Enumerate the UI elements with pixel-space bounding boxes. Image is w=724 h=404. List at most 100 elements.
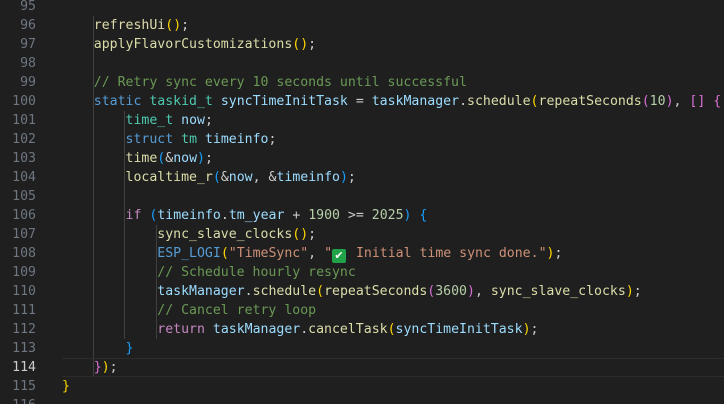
code-token: static xyxy=(93,94,142,109)
line-code: } xyxy=(62,339,134,358)
code-line[interactable]: 116 xyxy=(0,396,724,404)
code-line[interactable]: 102 struct tm timeinfo; xyxy=(0,130,724,149)
code-token: "TimeSync" xyxy=(228,246,309,261)
code-line[interactable]: 110 taskManager.schedule(repeatSeconds(3… xyxy=(0,282,724,301)
line-code: if (timeinfo.tm_year + 1900 >= 2025) { xyxy=(62,206,428,225)
code-token: ; xyxy=(204,151,213,166)
code-token: . xyxy=(244,284,253,299)
code-token: ) xyxy=(173,18,182,33)
code-token: 3600 xyxy=(435,284,467,299)
code-line[interactable]: 112 return taskManager.cancelTask(syncTi… xyxy=(0,320,724,339)
line-number: 113 xyxy=(12,341,36,356)
code-line[interactable]: 100 static taskid_t syncTimeInitTask = t… xyxy=(0,92,724,111)
line-code: sync_slave_clocks(); xyxy=(62,225,316,244)
code-token: taskid_t xyxy=(149,94,213,109)
code-line[interactable]: 99 // Retry sync every 10 seconds until … xyxy=(0,73,724,92)
code-line[interactable]: 115} xyxy=(0,377,724,396)
code-token: cancelTask xyxy=(308,322,388,337)
line-code: // Retry sync every 10 seconds until suc… xyxy=(62,73,467,92)
code-token: taskManager xyxy=(157,284,245,299)
code-token: syncTimeInitTask xyxy=(395,322,523,337)
code-line[interactable]: 101 time_t now; xyxy=(0,111,724,130)
code-line[interactable]: 109 // Schedule hourly resync xyxy=(0,263,724,282)
code-line[interactable]: 105 xyxy=(0,187,724,206)
code-token: // Retry sync every 10 seconds until suc… xyxy=(93,75,467,90)
code-token: . xyxy=(459,94,468,109)
code-token: ( xyxy=(387,322,396,337)
code-token: ; xyxy=(308,227,317,242)
code-token: ; xyxy=(109,360,118,375)
code-token: ) xyxy=(300,37,309,52)
line-number: 110 xyxy=(12,284,36,299)
code-token: now xyxy=(173,151,198,166)
line-number: 100 xyxy=(12,94,36,109)
line-code: // Cancel retry loop xyxy=(62,301,316,320)
line-code: refreshUi(); xyxy=(62,16,189,35)
code-token: ; xyxy=(347,170,356,185)
code-line[interactable]: 97 applyFlavorCustomizations(); xyxy=(0,35,724,54)
code-token: time_t xyxy=(125,113,174,128)
code-token: ) xyxy=(300,227,309,242)
code-token: sync_slave_clocks xyxy=(157,227,293,242)
line-number: 116 xyxy=(0,396,36,404)
line-number: 95 xyxy=(20,0,36,14)
code-token: ESP_LOGI xyxy=(157,246,221,261)
code-token: ( xyxy=(220,246,229,261)
line-code: struct tm timeinfo; xyxy=(62,130,277,149)
code-token: repeatSeconds xyxy=(538,94,642,109)
code-token: . xyxy=(220,208,229,223)
code-line[interactable]: 95 xyxy=(0,0,724,16)
code-token: ; xyxy=(530,322,539,337)
code-token: tm xyxy=(181,132,198,147)
code-token: " xyxy=(324,246,333,261)
code-token: , xyxy=(474,284,491,299)
line-number: 106 xyxy=(12,208,36,223)
code-token: & xyxy=(165,151,174,166)
code-token: timeinfo xyxy=(276,170,340,185)
code-line[interactable]: 108 ESP_LOGI("TimeSync", " ✔ Initial time… xyxy=(0,244,724,263)
line-number: 102 xyxy=(12,132,36,147)
code-line[interactable]: 103 time(&now); xyxy=(0,149,724,168)
code-line[interactable]: 98 xyxy=(0,54,724,73)
line-code: return taskManager.cancelTask(syncTimeIn… xyxy=(62,320,538,339)
code-token: >= xyxy=(339,208,372,223)
code-token: { xyxy=(713,94,722,109)
code-line[interactable]: 113 } xyxy=(0,339,724,358)
code-token: localtime_r xyxy=(125,170,213,185)
line-code: applyFlavorCustomizations(); xyxy=(62,35,316,54)
code-line[interactable]: 111 // Cancel retry loop xyxy=(0,301,724,320)
code-editor[interactable]: 95 96 refreshUi(); 97 applyFlavorCustomiza… xyxy=(0,0,724,404)
code-line[interactable]: 107 sync_slave_clocks(); xyxy=(0,225,724,244)
code-token: ) xyxy=(339,170,348,185)
code-token: taskManager xyxy=(212,322,301,337)
code-token: ( xyxy=(316,284,325,299)
code-token: ; xyxy=(268,132,277,147)
code-token: = xyxy=(347,94,372,109)
line-number: 111 xyxy=(12,303,36,318)
code-line[interactable]: 104 localtime_r(&now, &timeinfo); xyxy=(0,168,724,187)
code-token: ) xyxy=(665,94,674,109)
code-token: . xyxy=(300,322,309,337)
code-line[interactable]: 106 if (timeinfo.tm_year + 1900 >= 2025)… xyxy=(0,206,724,225)
code-token: 1900 xyxy=(308,208,340,223)
code-token: } xyxy=(125,341,134,356)
code-token: ; xyxy=(308,37,317,52)
code-line[interactable]: 114 }); xyxy=(0,358,724,377)
code-token: } xyxy=(93,360,102,375)
code-token: + xyxy=(284,208,309,223)
code-token: & xyxy=(220,170,229,185)
line-code: }); xyxy=(62,358,118,377)
code-line[interactable]: 96 refreshUi(); xyxy=(0,16,724,35)
code-token: 2025 xyxy=(371,208,404,223)
